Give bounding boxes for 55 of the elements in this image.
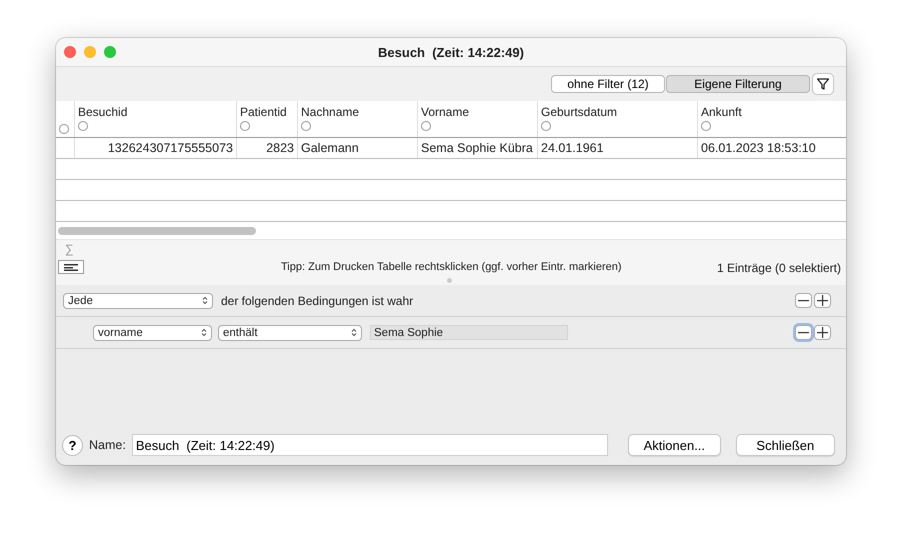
add-button[interactable] xyxy=(814,293,831,308)
window-title: Besuch (Zeit: 14:22:49) xyxy=(378,44,524,60)
filter-button[interactable] xyxy=(812,73,834,95)
add-button[interactable] xyxy=(814,325,831,340)
actions-button[interactable]: Aktionen... xyxy=(628,434,721,456)
name-label: Name: xyxy=(89,438,126,452)
help-button[interactable]: ? xyxy=(62,434,83,456)
column-header[interactable]: Nachname xyxy=(301,105,415,119)
table-cell: Sema Sophie Kübra xyxy=(417,138,537,158)
sort-radio[interactable] xyxy=(240,121,250,131)
scrollbar-thumb[interactable] xyxy=(58,226,256,234)
table-cell: 06.01.2023 18:53:10 xyxy=(697,138,846,158)
sort-radio[interactable] xyxy=(78,121,88,131)
minus-icon xyxy=(798,300,809,302)
entry-count: 1 Einträge (0 selektiert) xyxy=(716,261,841,275)
resize-handle[interactable] xyxy=(447,278,452,283)
table-cell: 2823 xyxy=(236,138,297,158)
sum-symbol: ∑ xyxy=(65,242,74,256)
sort-radio[interactable] xyxy=(701,121,711,131)
table-cell: Galemann xyxy=(297,138,417,158)
options-button[interactable] xyxy=(58,260,84,274)
name-field[interactable]: Besuch (Zeit: 14:22:49) xyxy=(132,434,608,456)
field-select[interactable]: vorname xyxy=(93,324,212,340)
lines-icon xyxy=(64,264,78,270)
column-header[interactable]: Geburtsdatum xyxy=(541,105,695,119)
sort-radio[interactable] xyxy=(541,121,551,131)
funnel-icon xyxy=(817,78,829,90)
column-header[interactable]: Patientid xyxy=(240,105,295,119)
rule-text: der folgenden Bedingungen ist wahr xyxy=(221,294,414,308)
remove-button[interactable] xyxy=(795,325,812,340)
column-header[interactable]: Ankunft xyxy=(701,105,844,119)
quantifier-select[interactable]: Jede xyxy=(63,292,213,308)
tip-text: Tipp: Zum Drucken Tabelle rechtsklicken (ggf. vorher Eintr. markieren) xyxy=(281,261,622,273)
filter-button[interactable]: ohne Filter (12) xyxy=(551,75,665,93)
minimize-button[interactable] xyxy=(84,46,96,58)
minus-icon xyxy=(798,332,809,334)
table-cell: 24.01.1961 xyxy=(537,138,697,158)
value-field[interactable]: Sema Sophie xyxy=(370,325,568,340)
column-header[interactable]: Besuchid xyxy=(78,105,234,119)
plus-icon xyxy=(817,295,828,306)
close-button[interactable] xyxy=(64,46,76,58)
chevron-icon xyxy=(201,328,207,337)
filter-button[interactable]: Eigene Filterung xyxy=(666,75,810,93)
select-all-radio[interactable] xyxy=(59,124,69,134)
chevron-icon xyxy=(351,328,357,337)
operator-select[interactable]: enthält xyxy=(218,324,362,340)
table-cell: 132624307175555073 xyxy=(74,138,236,158)
plus-icon xyxy=(817,327,828,338)
column-header[interactable]: Vorname xyxy=(421,105,535,119)
sort-radio[interactable] xyxy=(421,121,431,131)
sort-radio[interactable] xyxy=(301,121,311,131)
chevron-icon xyxy=(202,296,208,305)
remove-button[interactable] xyxy=(795,293,812,308)
close-dialog-button[interactable]: Schließen xyxy=(736,434,835,456)
zoom-button[interactable] xyxy=(104,46,116,58)
